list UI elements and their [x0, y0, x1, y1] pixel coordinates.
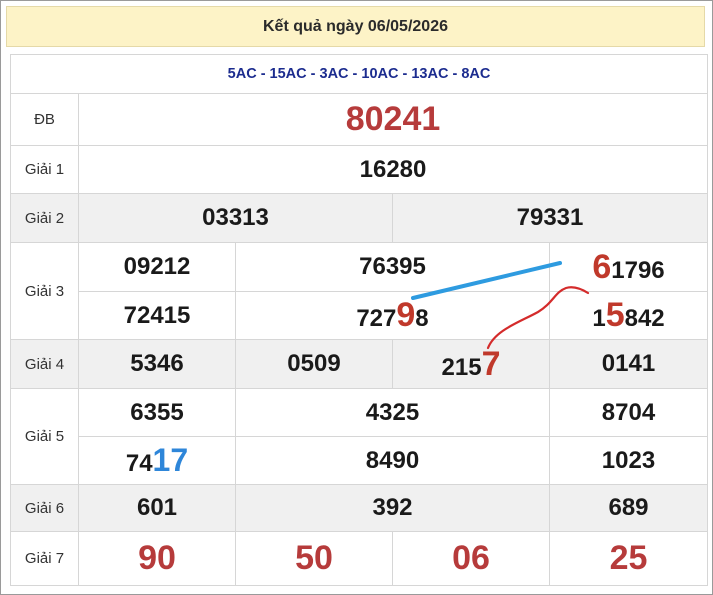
highlight-digit: 9 [396, 296, 416, 334]
prize-g2-1: 03313 [78, 193, 393, 243]
prize-g5-4: 7417 [78, 436, 236, 485]
label-g5: Giải 5 [10, 388, 79, 485]
label-g7: Giải 7 [10, 531, 79, 586]
prize-g4-1: 5346 [78, 339, 236, 389]
highlight-number: 17 [152, 442, 189, 478]
label-g1: Giải 1 [10, 145, 79, 194]
prize-g6-1: 601 [78, 484, 236, 532]
label-g4: Giải 4 [10, 339, 79, 389]
results-table: 5AC - 15AC - 3AC - 10AC - 13AC - 8AC ĐB … [10, 54, 708, 586]
prize-db: 80241 [78, 93, 708, 146]
prize-g6-3: 689 [549, 484, 708, 532]
prize-g5-5: 8490 [235, 436, 550, 485]
prize-g4-3: 2157 [392, 339, 550, 389]
prize-g5-6: 1023 [549, 436, 708, 485]
prize-g5-1: 6355 [78, 388, 236, 437]
prize-g7-2: 50 [235, 531, 393, 586]
label-g2: Giải 2 [10, 193, 79, 243]
prize-g4-4: 0141 [549, 339, 708, 389]
highlight-digit: 7 [481, 344, 501, 383]
prize-g3-4: 72415 [78, 291, 236, 340]
prize-g2-2: 79331 [392, 193, 708, 243]
prize-g5-3: 8704 [549, 388, 708, 437]
ticket-codes: 5AC - 15AC - 3AC - 10AC - 13AC - 8AC [10, 54, 708, 94]
prize-g3-5: 72798 [235, 291, 550, 340]
prize-g7-1: 90 [78, 531, 236, 586]
prize-g3-1: 09212 [78, 242, 236, 292]
prize-g6-2: 392 [235, 484, 550, 532]
label-g3: Giải 3 [10, 242, 79, 340]
prize-g4-2: 0509 [235, 339, 393, 389]
label-db: ĐB [10, 93, 79, 146]
highlight-digit: 6 [592, 247, 612, 286]
highlight-digit: 5 [605, 296, 625, 334]
prize-g1: 16280 [78, 145, 708, 194]
prize-g7-4: 25 [549, 531, 708, 586]
prize-g7-3: 06 [392, 531, 550, 586]
prize-g3-6: 15842 [549, 291, 708, 340]
label-g6: Giải 6 [10, 484, 79, 532]
page-title: Kết quả ngày 06/05/2026 [6, 6, 705, 47]
prize-g3-3: 61796 [549, 242, 708, 292]
prize-g5-2: 4325 [235, 388, 550, 437]
prize-g3-2: 76395 [235, 242, 550, 292]
